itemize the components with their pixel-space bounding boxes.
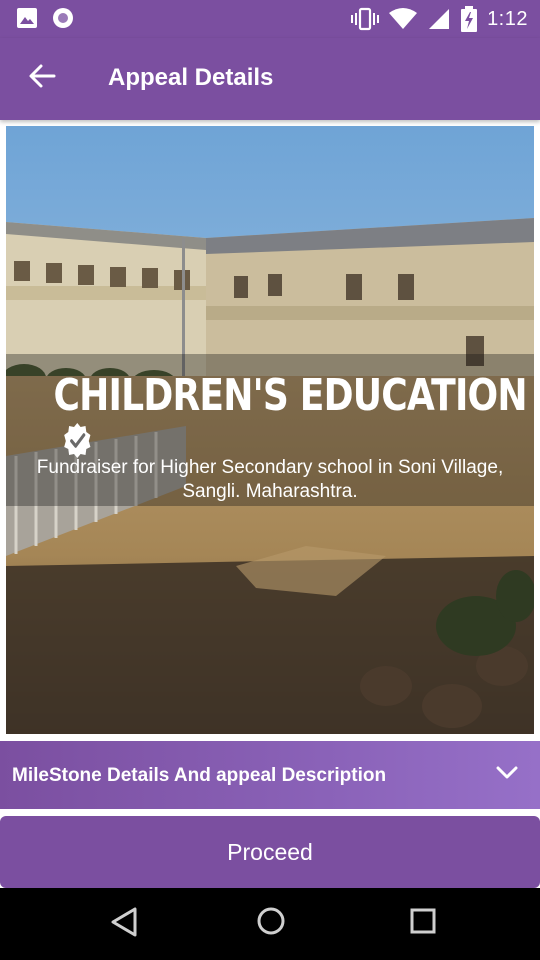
proceed-button[interactable]: Proceed [0,816,540,888]
verified-check-icon [64,423,91,458]
status-time: 1:12 [487,7,528,30]
hero-image: CHILDREN'S EDUCATION Fundraiser for High… [6,126,534,734]
hero-title-text: CHILDREN'S EDUCATION [53,370,528,421]
hero-subtitle: Fundraiser for Higher Secondary school i… [36,457,504,502]
hero-title: CHILDREN'S EDUCATION [54,370,528,459]
page-title: Appeal Details [108,64,274,91]
wifi-icon [389,8,418,29]
battery-charging-icon [461,6,478,32]
accordion-label: MileStone Details And appeal Description [12,765,387,786]
signal-icon [429,9,450,29]
nav-recents-icon[interactable] [408,906,438,938]
image-icon [17,8,37,28]
app-bar: Appeal Details [0,38,540,120]
milestone-accordion[interactable]: MileStone Details And appeal Description [0,741,540,809]
system-nav-bar [0,888,540,960]
circle-notification-icon [53,8,73,28]
nav-home-icon[interactable] [256,906,286,938]
vibrate-icon [351,7,380,31]
nav-back-icon[interactable] [109,906,139,938]
status-bar: 1:12 [0,0,540,38]
chevron-down-icon[interactable] [496,765,518,781]
arrow-left-icon[interactable] [26,60,58,92]
